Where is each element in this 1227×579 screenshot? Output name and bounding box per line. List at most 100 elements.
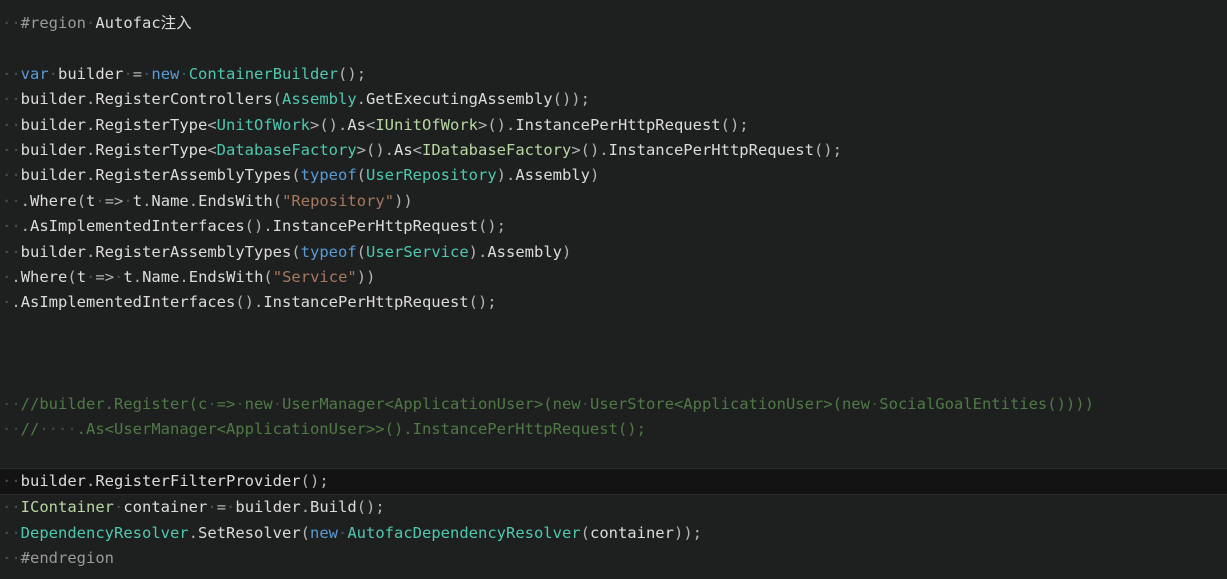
lambda-arrow: => [104, 191, 124, 210]
type-name: DependencyResolver [20, 523, 189, 542]
code-line[interactable]: ··#endregion [0, 546, 1227, 571]
punctuation: ( [356, 166, 366, 185]
punctuation: ) [589, 166, 600, 185]
code-line[interactable]: ··var·builder·=·new·ContainerBuilder(); [0, 62, 1227, 87]
punctuation: ). [468, 242, 488, 261]
region-name: Autofac注入 [95, 14, 192, 32]
whitespace-marker: · [226, 498, 236, 517]
type-name: DatabaseFactory [216, 140, 357, 159]
punctuation: ( [76, 191, 87, 210]
property-name: Assembly [487, 242, 562, 261]
code-line[interactable]: ··builder.RegisterAssemblyTypes(typeof(U… [0, 240, 1227, 265]
whitespace-marker: · [95, 191, 105, 210]
whitespace-marker: ·· [2, 472, 21, 491]
code-line[interactable]: ··builder.RegisterType<UnitOfWork>().As<… [0, 113, 1227, 138]
punctuation: < [366, 115, 376, 134]
comment-text: // [20, 420, 40, 439]
whitespace-marker: ·· [2, 523, 21, 542]
punctuation: (); [813, 140, 842, 159]
punctuation: . [86, 166, 96, 185]
code-line[interactable]: ··builder.RegisterType<DatabaseFactory>(… [0, 138, 1227, 163]
code-line-comment[interactable]: ··//····.As<UserManager<ApplicationUser>… [0, 417, 1227, 442]
punctuation: ). [496, 166, 516, 185]
punctuation: ( [300, 523, 310, 542]
code-line[interactable]: ··builder.RegisterControllers(Assembly.G… [0, 87, 1227, 112]
whitespace-marker: · [580, 394, 590, 413]
type-name: UserRepository [366, 166, 497, 185]
keyword-var: var [20, 64, 49, 83]
whitespace-marker: ·· [2, 394, 21, 413]
code-line[interactable]: ··builder.RegisterAssemblyTypes(typeof(U… [0, 163, 1227, 188]
punctuation: >(). [310, 115, 348, 134]
punctuation: . [20, 217, 31, 236]
punctuation: (); [477, 217, 506, 236]
punctuation: ( [356, 242, 366, 261]
whitespace-marker: ·· [2, 90, 21, 109]
method-name: RegisterAssemblyTypes [95, 242, 292, 261]
code-line-current[interactable]: ··builder.RegisterFilterProvider(); [0, 468, 1227, 496]
whitespace-marker: · [48, 64, 59, 83]
punctuation: >(). [478, 115, 516, 134]
whitespace-marker: · [114, 498, 124, 517]
code-line[interactable]: ··#region·Autofac注入 [0, 11, 1227, 36]
comment-text: UserStore<ApplicationUser>(new [589, 394, 870, 413]
whitespace-marker: · [123, 64, 133, 83]
code-line[interactable]: ··DependencyResolver.SetResolver(new·Aut… [0, 521, 1227, 546]
code-line[interactable]: ·.AsImplementedInterfaces().InstancePerH… [0, 290, 1227, 315]
punctuation: >(). [571, 140, 609, 159]
method-name: InstancePerHttpRequest [263, 293, 469, 312]
method-name: As [347, 115, 366, 134]
property-name: Name [142, 267, 180, 286]
punctuation: ( [291, 166, 301, 185]
identifier: container [123, 498, 208, 517]
punctuation: < [207, 140, 217, 159]
method-name: SetResolver [198, 523, 301, 542]
comment-text: .As<UserManager<ApplicationUser>>().Inst… [76, 420, 646, 439]
whitespace-marker: · [86, 14, 96, 32]
identifier: builder [20, 90, 86, 109]
code-line-blank[interactable] [0, 443, 1227, 468]
keyword-new: new [310, 523, 338, 542]
punctuation: (); [468, 293, 497, 312]
code-line-blank[interactable] [0, 316, 1227, 341]
code-editor[interactable]: ··#region·Autofac注入 ··var·builder·=·new·… [0, 0, 1227, 579]
identifier: builder [20, 242, 86, 261]
code-line[interactable]: ··.AsImplementedInterfaces().InstancePer… [0, 214, 1227, 239]
punctuation: )); [673, 523, 702, 542]
whitespace-marker: · [179, 64, 189, 83]
type-name: Assembly [282, 90, 357, 109]
punctuation: ( [263, 267, 273, 286]
code-line-blank[interactable] [0, 36, 1227, 61]
code-line-blank[interactable] [0, 341, 1227, 366]
whitespace-marker: ···· [39, 420, 77, 439]
code-line[interactable]: ··IContainer·container·=·builder.Build()… [0, 495, 1227, 520]
comment-text: new [244, 394, 273, 413]
punctuation: . [86, 140, 96, 159]
type-name: UnitOfWork [216, 115, 310, 134]
property-name: Name [151, 191, 189, 210]
code-line[interactable]: ·.Where(t·=>·t.Name.EndsWith("Service")) [0, 265, 1227, 290]
whitespace-marker: ·· [2, 64, 21, 83]
code-line[interactable]: ··.Where(t·=>·t.Name.EndsWith("Repositor… [0, 189, 1227, 214]
whitespace-marker: ·· [2, 217, 21, 236]
type-name: AutofacDependencyResolver [347, 523, 581, 542]
punctuation: ( [67, 267, 77, 286]
method-name: RegisterControllers [95, 90, 273, 109]
whitespace-marker: · [2, 267, 12, 286]
whitespace-marker: ·· [2, 498, 21, 517]
code-line-blank[interactable] [0, 366, 1227, 391]
comment-text: UserManager<ApplicationUser>(new [282, 394, 581, 413]
code-line-comment[interactable]: ··//builder.Register(c·=>·new·UserManage… [0, 392, 1227, 417]
whitespace-marker: ·· [2, 166, 21, 185]
punctuation: < [412, 140, 422, 159]
identifier: builder [20, 472, 86, 491]
punctuation: ) [561, 242, 572, 261]
code-lines-container[interactable]: ··#region·Autofac注入 ··var·builder·=·new·… [0, 11, 1227, 572]
whitespace-marker: ·· [2, 242, 21, 261]
whitespace-marker: ·· [2, 191, 21, 210]
punctuation: ( [291, 242, 301, 261]
punctuation: ()); [552, 90, 590, 109]
punctuation: . [179, 267, 189, 286]
method-name: GetExecutingAssembly [366, 90, 553, 109]
whitespace-marker: · [272, 394, 283, 413]
